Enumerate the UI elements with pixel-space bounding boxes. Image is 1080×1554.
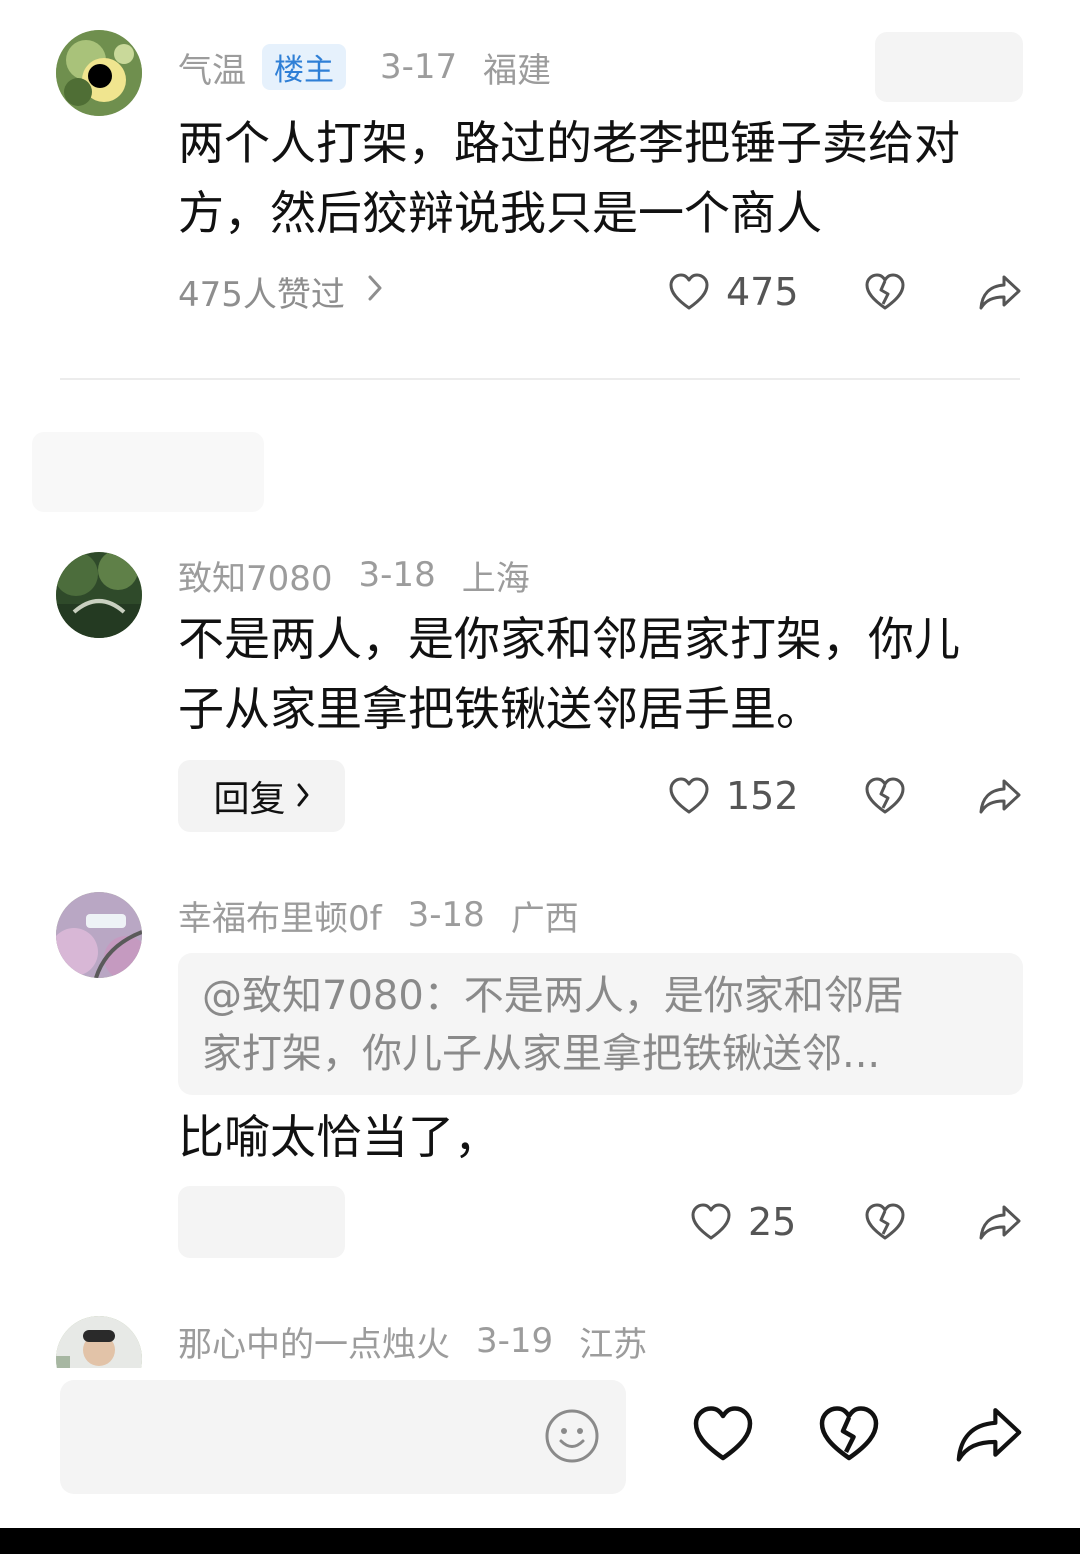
share-button[interactable] [978,1202,1022,1242]
comment-date: 3-18 [407,895,485,935]
comment-text-line: 方，然后狡辩说我只是一个商人 [178,186,822,240]
broken-heart-icon [864,272,906,312]
like-button[interactable]: 152 [668,774,799,818]
quoted-reply[interactable]: @致知7080：不是两人，是你家和邻居 家打架，你儿子从家里拿把铁锹送邻... [178,953,1023,1095]
avatar[interactable] [56,30,142,116]
comment-location: 福建 [483,50,552,91]
reply-button[interactable]: 回复 [178,760,345,832]
bottom-share-button[interactable] [954,1402,1024,1466]
blurred-header-placeholder [32,432,264,512]
comment-meta: 幸福布里顿0f 3-18 广西 [178,890,579,940]
reply-button-placeholder[interactable] [178,1186,345,1258]
like-button[interactable]: 475 [668,270,799,314]
comment-meta: 气温 楼主 3-17 福建 [178,42,551,92]
comment-date: 3-19 [476,1321,554,1361]
heart-outline-icon [668,776,710,816]
comment-date: 3-18 [358,555,436,595]
avatar[interactable] [56,552,142,638]
bottom-like-button[interactable] [690,1404,756,1464]
comment-input[interactable] [60,1380,626,1494]
like-count: 25 [748,1200,797,1244]
like-button[interactable]: 25 [690,1200,796,1244]
share-arrow-icon [954,1402,1024,1466]
share-button[interactable] [978,776,1022,816]
section-divider [60,378,1020,380]
comment-location: 广西 [510,898,579,939]
comments-page: 气温 楼主 3-17 福建 两个人打架，路过的老李把锤子卖给对 方，然后狡辩说我… [0,0,1080,1554]
share-button[interactable] [978,272,1022,312]
like-count: 475 [726,270,799,314]
bottom-action-bar [0,1368,1080,1528]
reply-label: 回复 [213,779,286,820]
heart-outline-icon [668,272,710,312]
quoted-reply-line: 家打架，你儿子从家里拿把铁锹送邻... [202,1031,881,1077]
follow-placeholder[interactable] [875,32,1023,102]
comment-text: 不是两人，是你家和邻居家打架，你儿 子从家里拿把铁锹送邻居手里。 [178,604,1018,744]
likes-summary-link[interactable]: 475人赞过 [178,266,383,316]
dislike-button[interactable] [864,272,906,312]
avatar[interactable] [56,892,142,978]
username[interactable]: 致知7080 [178,551,333,600]
comment-meta: 那心中的一点烛火 3-19 江苏 [178,1316,647,1366]
comment-meta: 致知7080 3-18 上海 [178,550,530,600]
like-count: 152 [726,774,799,818]
broken-heart-icon [864,776,906,816]
likes-summary-text: 475人赞过 [178,274,345,315]
username[interactable]: 幸福布里顿0f [178,891,382,940]
comment-location: 江苏 [579,1324,648,1365]
share-arrow-icon [978,272,1022,312]
heart-outline-icon [690,1202,732,1242]
comment-text: 两个人打架，路过的老李把锤子卖给对 方，然后狡辩说我只是一个商人 [178,108,1018,248]
heart-outline-icon [690,1404,756,1464]
share-arrow-icon [978,776,1022,816]
chevron-right-icon [296,776,310,817]
comment-text-line: 不是两人，是你家和邻居家打架，你儿 [178,612,960,666]
dislike-button[interactable] [864,1202,906,1242]
comment-location: 上海 [461,558,530,599]
op-badge: 楼主 [262,44,346,90]
comment-date: 3-17 [380,47,458,87]
broken-heart-icon [816,1404,882,1464]
username[interactable]: 气温 [178,43,246,92]
comment-text-line: 子从家里拿把铁锹送邻居手里。 [178,682,822,736]
comment-text-line: 两个人打架，路过的老李把锤子卖给对 [178,116,960,170]
quoted-reply-line: @致知7080：不是两人，是你家和邻居 [202,973,904,1019]
smiley-icon[interactable] [544,1408,600,1468]
bottom-dislike-button[interactable] [816,1404,882,1464]
share-arrow-icon [978,1202,1022,1242]
broken-heart-icon [864,1202,906,1242]
dislike-button[interactable] [864,776,906,816]
chevron-right-icon [367,271,383,311]
comment-text: 比喻太恰当了， [178,1110,500,1164]
username[interactable]: 那心中的一点烛火 [178,1317,450,1366]
system-nav-strip [0,1528,1080,1554]
